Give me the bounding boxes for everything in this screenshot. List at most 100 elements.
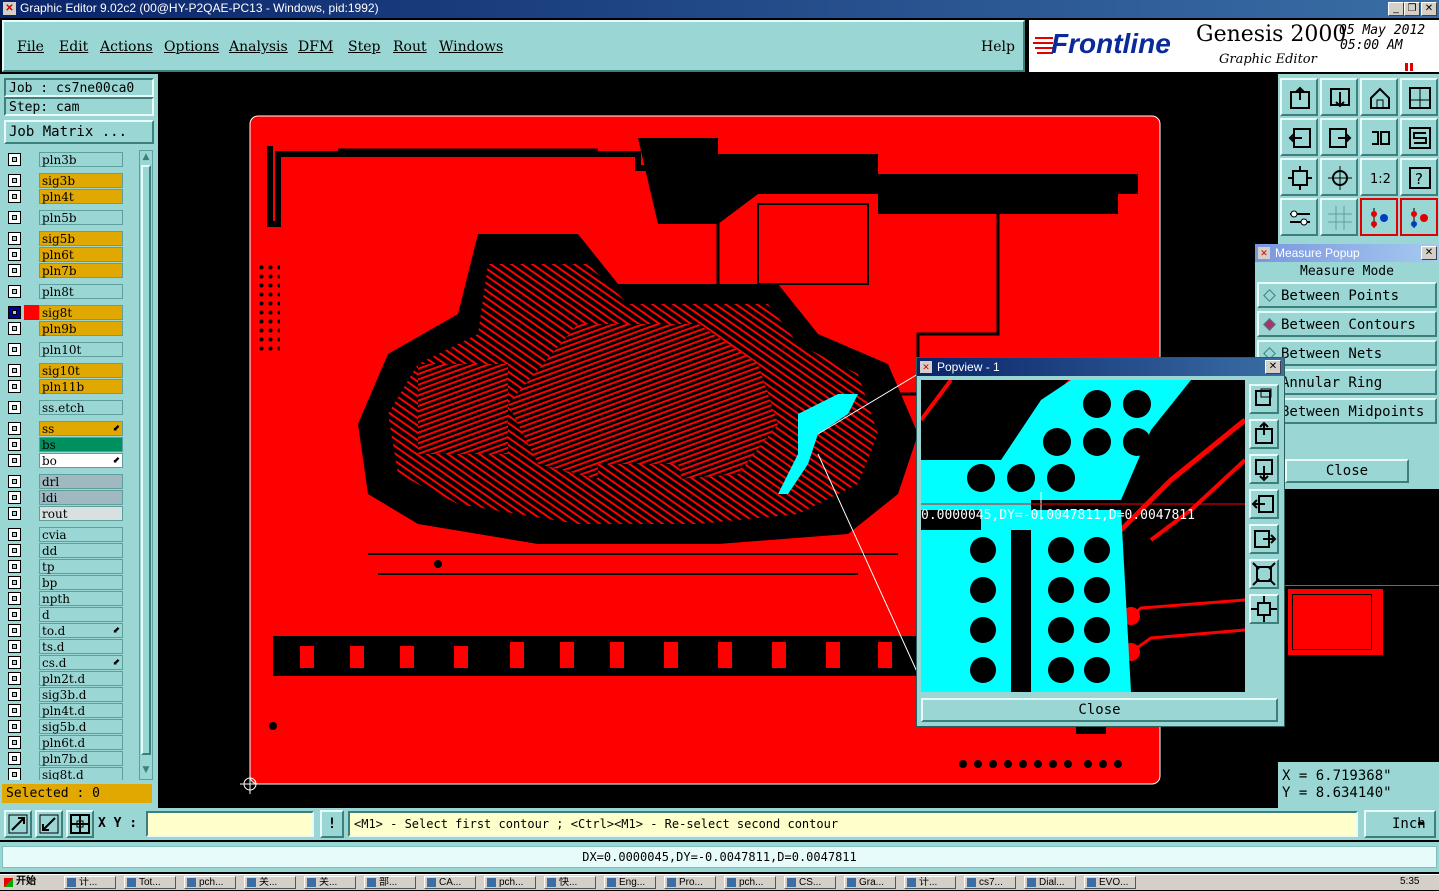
net-highlight-button[interactable] [1360, 198, 1398, 236]
snap-tool-button[interactable] [1280, 198, 1318, 236]
xy-input[interactable] [146, 811, 314, 837]
layer-row-npth[interactable]: npth [6, 591, 124, 606]
layer-row-pln4t-d[interactable]: pln4t.d [6, 703, 124, 718]
layer-name[interactable]: drl [39, 474, 123, 489]
layer-row-ldi[interactable]: ldi [6, 490, 124, 505]
measure-close-button[interactable]: Close [1285, 459, 1409, 483]
layer-name[interactable]: cs.d ⬋ [39, 655, 123, 670]
layer-checkbox[interactable] [8, 528, 21, 541]
home-view-button[interactable] [1360, 78, 1398, 116]
layer-checkbox[interactable] [8, 422, 21, 435]
layer-row-pln6t[interactable]: pln6t [6, 247, 124, 262]
layer-name[interactable]: tp [39, 559, 123, 574]
layer-checkbox[interactable] [8, 624, 21, 637]
layer-name[interactable]: sig5b [39, 231, 123, 246]
layer-row-sig5b[interactable]: sig5b [6, 231, 124, 246]
layer-row-bo[interactable]: bo ⬋ [6, 453, 124, 468]
menu-help[interactable]: Help [981, 39, 1015, 55]
layer-row-pln7b[interactable]: pln7b [6, 263, 124, 278]
grid-snap-button[interactable] [66, 810, 94, 838]
layer-name[interactable]: bp [39, 575, 123, 590]
popview-left-button[interactable] [1249, 489, 1279, 519]
taskbar-task[interactable]: 关... [244, 876, 296, 889]
pan-left-button[interactable] [1280, 118, 1318, 156]
layer-checkbox[interactable] [8, 248, 21, 261]
measure-option-between-points[interactable]: Between Points [1257, 282, 1437, 308]
layer-row-pln10t[interactable]: pln10t [6, 342, 124, 357]
layer-name[interactable]: pln8t [39, 284, 123, 299]
taskbar-task[interactable]: cs7... [964, 876, 1016, 889]
layer-name[interactable]: cvia [39, 527, 123, 542]
taskbar-task[interactable]: 快... [544, 876, 596, 889]
layer-checkbox[interactable] [8, 401, 21, 414]
close-icon[interactable]: ✕ [1421, 2, 1437, 16]
layer-color-swatch[interactable] [24, 305, 39, 320]
layer-name[interactable]: ts.d [39, 639, 123, 654]
menu-options[interactable]: Options [164, 39, 219, 55]
layer-name[interactable]: to.d ⬋ [39, 623, 123, 638]
redraw-button[interactable] [1360, 118, 1398, 156]
layer-name[interactable]: pln7b [39, 263, 123, 278]
scroll-thumb[interactable] [141, 165, 151, 755]
layer-name[interactable]: pln4t [39, 189, 123, 204]
layer-checkbox[interactable] [8, 174, 21, 187]
layer-row-tp[interactable]: tp [6, 559, 124, 574]
popview-fit-button[interactable] [1249, 559, 1279, 589]
zoom-fit-button[interactable] [1280, 158, 1318, 196]
layer-name[interactable]: pln2t.d [39, 671, 123, 686]
layer-row-sig5b-d[interactable]: sig5b.d [6, 719, 124, 734]
alert-icon[interactable]: ! [320, 810, 344, 838]
taskbar-task[interactable]: pch... [484, 876, 536, 889]
menu-edit[interactable]: Edit [59, 39, 88, 55]
layer-row-d[interactable]: d [6, 607, 124, 622]
menu-windows[interactable]: Windows [439, 39, 503, 55]
layer-row-bp[interactable]: bp [6, 575, 124, 590]
layer-checkbox[interactable] [8, 560, 21, 573]
minimize-icon[interactable]: _ [1388, 2, 1404, 16]
layer-name[interactable]: sig3b [39, 173, 123, 188]
layer-checkbox[interactable] [8, 768, 21, 780]
layer-checkbox[interactable] [8, 153, 21, 166]
taskbar-task[interactable]: pch... [184, 876, 236, 889]
net-trace-button[interactable] [1400, 198, 1438, 236]
layer-name[interactable]: d [39, 607, 123, 622]
grid-button[interactable] [1320, 198, 1358, 236]
layer-name[interactable]: pln4t.d [39, 703, 123, 718]
layer-row-cvia[interactable]: cvia [6, 527, 124, 542]
layer-checkbox[interactable] [8, 380, 21, 393]
taskbar-task[interactable]: EVO... [1084, 876, 1136, 889]
taskbar-task[interactable]: pch... [724, 876, 776, 889]
split-view-button[interactable] [1400, 78, 1438, 116]
layer-name[interactable]: npth [39, 591, 123, 606]
scroll-down-icon[interactable]: ▼ [141, 765, 151, 777]
taskbar-task[interactable]: 部... [364, 876, 416, 889]
layer-checkbox[interactable] [8, 608, 21, 621]
layer-checkbox[interactable] [8, 656, 21, 669]
pan-right-button[interactable] [1320, 118, 1358, 156]
layer-checkbox[interactable] [8, 688, 21, 701]
menu-file[interactable]: File [17, 39, 44, 55]
layer-checkbox[interactable] [8, 576, 21, 589]
layer-checkbox[interactable] [8, 752, 21, 765]
job-matrix-button[interactable]: Job Matrix ... [4, 120, 154, 144]
units-selector[interactable]: Inch ▬ [1364, 810, 1436, 838]
layer-checkbox[interactable] [8, 264, 21, 277]
layer-row-ss[interactable]: ss ⬋ [6, 421, 124, 436]
popview-zoom-button[interactable] [1249, 384, 1279, 414]
layer-row-to-d[interactable]: to.d ⬋ [6, 623, 124, 638]
taskbar-task[interactable]: CA... [424, 876, 476, 889]
measure-option-between-contours[interactable]: Between Contours [1257, 311, 1437, 337]
layer-row-pln11b[interactable]: pln11b [6, 379, 124, 394]
layer-row-cs-d[interactable]: cs.d ⬋ [6, 655, 124, 670]
zoom-center-button[interactable] [1320, 158, 1358, 196]
zoom-home-button[interactable] [1280, 78, 1318, 116]
layer-checkbox[interactable] [8, 507, 21, 520]
layer-row-ss-etch[interactable]: ss.etch [6, 400, 124, 415]
layer-row-sig10t[interactable]: sig10t [6, 363, 124, 378]
layer-row-pln3b[interactable]: pln3b [6, 152, 124, 167]
taskbar-task[interactable]: Tot... [124, 876, 176, 889]
menu-step[interactable]: Step [348, 39, 380, 55]
layer-checkbox[interactable] [8, 544, 21, 557]
layer-name[interactable]: sig8t [39, 305, 123, 320]
measure-close-icon[interactable]: ✕ [1421, 246, 1437, 260]
